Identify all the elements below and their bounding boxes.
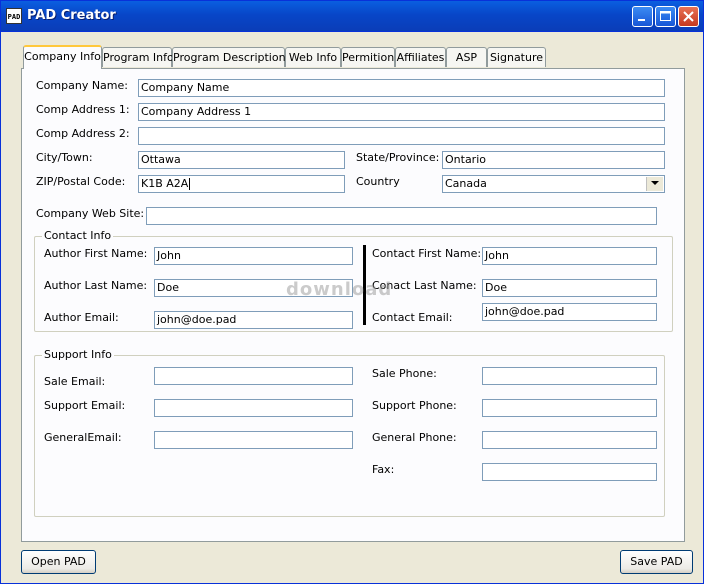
state-label: State/Province: [356,151,440,164]
sale-phone-input[interactable] [482,367,657,385]
app-icon[interactable]: PAD [6,8,22,24]
open-pad-button[interactable]: Open PAD [21,550,96,574]
comp-address2-input[interactable] [138,127,665,145]
author-email-input[interactable]: john@doe.pad [154,311,353,329]
zip-input-value: K1B A2A [141,177,189,190]
window-title: PAD Creator [27,8,116,23]
comp-address2-label: Comp Address 2: [36,127,130,140]
company-name-input[interactable]: Company Name [138,79,665,97]
author-email-label: Author Email: [44,311,119,324]
tab-signature[interactable]: Signature [487,47,546,67]
minimize-icon [638,19,645,21]
maximize-icon [660,11,671,21]
sale-phone-label: Sale Phone: [372,367,437,380]
support-phone-input[interactable] [482,399,657,417]
general-email-input[interactable] [154,431,353,449]
contact-email-label: Contact Email: [372,311,453,324]
sale-email-label: Sale Email: [44,375,106,388]
zip-input[interactable]: K1B A2A [138,175,345,193]
city-input[interactable]: Ottawa [138,151,345,169]
tab-affiliates[interactable]: Affiliates [395,47,446,67]
client-area: Company Info Program Info Program Descri… [4,32,700,581]
company-web-site-input[interactable] [146,207,657,225]
text-caret [189,178,191,190]
country-selected-value: Canada [445,177,487,190]
save-pad-button[interactable]: Save PAD [620,550,693,574]
contact-last-name-input[interactable]: Doe [482,279,657,297]
app-window: PAD PAD Creator Company Info Program Inf… [0,0,704,584]
fax-input[interactable] [482,463,657,481]
watermark-logo: download [286,279,393,300]
state-input[interactable]: Ontario [442,151,665,169]
general-phone-input[interactable] [482,431,657,449]
support-phone-label: Support Phone: [372,399,457,412]
sale-email-input[interactable] [154,367,353,385]
company-name-label: Company Name: [36,79,128,92]
country-label: Country [356,175,400,188]
comp-address1-input[interactable]: Company Address 1 [138,103,665,121]
zip-label: ZIP/Postal Code: [36,175,126,188]
general-phone-label: General Phone: [372,431,457,444]
close-icon [683,11,694,22]
contact-email-input[interactable]: john@doe.pad [482,303,657,321]
contact-first-name-input[interactable]: John [482,247,657,265]
company-web-site-label: Company Web Site: [36,207,145,220]
fax-label: Fax: [372,463,395,476]
chevron-down-icon [651,181,659,185]
contact-first-name-label: Contact First Name: [372,247,482,260]
support-info-title: Support Info [42,348,114,361]
country-select[interactable]: Canada [442,175,665,193]
author-last-name-label: Author Last Name: [44,279,148,292]
tab-program-info[interactable]: Program Info [102,47,174,67]
support-email-input[interactable] [154,399,353,417]
tab-program-descriptions[interactable]: Program Descriptions [172,47,291,67]
maximize-button[interactable] [655,6,676,27]
comp-address1-label: Comp Address 1: [36,103,130,116]
tab-web-info[interactable]: Web Info [285,47,341,67]
tab-company-info[interactable]: Company Info [23,45,102,69]
contact-info-title: Contact Info [42,229,114,242]
title-bar[interactable]: PAD PAD Creator [1,1,703,32]
author-first-name-label: Author First Name: [44,247,148,260]
support-email-label: Support Email: [44,399,126,412]
company-info-pane: Company Name: Company Name Comp Address … [21,68,685,542]
country-dropdown-button[interactable] [646,177,663,191]
minimize-button[interactable] [632,6,653,27]
author-first-name-input[interactable]: John [154,247,353,265]
general-email-label: GeneralEmail: [44,431,122,444]
tab-asp[interactable]: ASP [446,47,487,67]
tab-permition[interactable]: Permition [341,47,395,67]
close-button[interactable] [678,6,699,27]
city-label: City/Town: [36,151,93,164]
